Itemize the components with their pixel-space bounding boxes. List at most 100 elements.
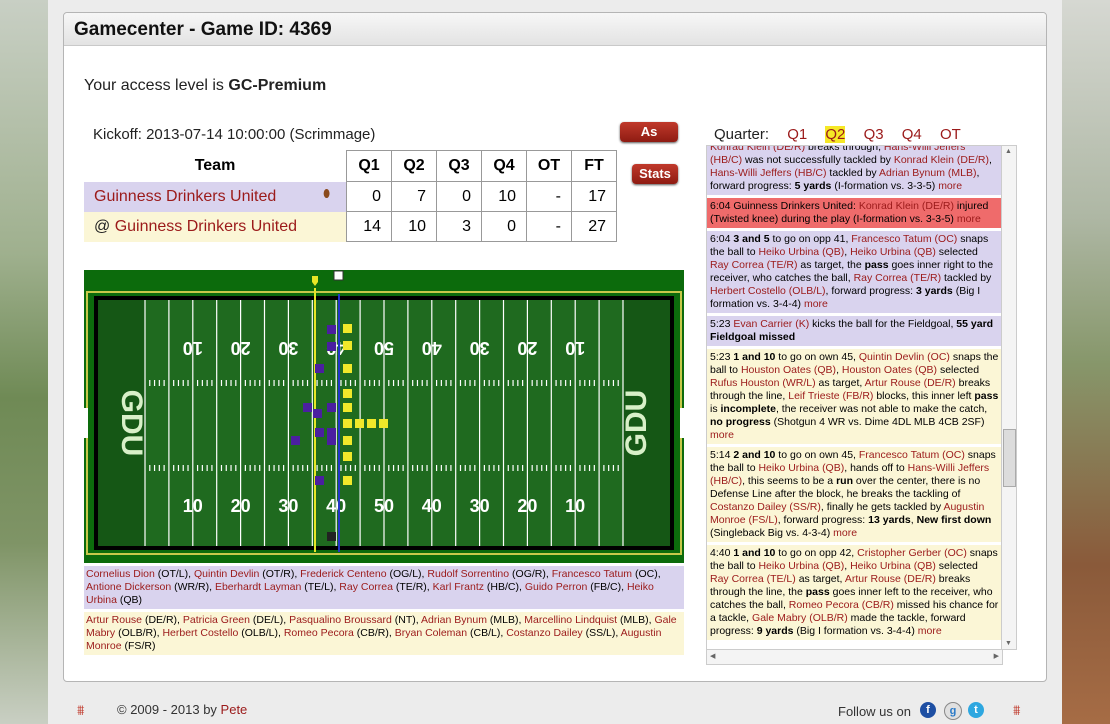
score-cell: - xyxy=(526,211,572,242)
googleplus-icon[interactable]: g xyxy=(944,702,962,720)
scroll-down-arrow-icon[interactable]: ▼ xyxy=(1005,640,1012,647)
quarter-tab-ot[interactable]: OT xyxy=(940,126,961,143)
scroll-up-arrow-icon[interactable]: ▲ xyxy=(1005,148,1012,155)
player-link[interactable]: Rudolf Sorrentino xyxy=(427,568,509,580)
player-link[interactable]: Evan Carrier (K) xyxy=(733,318,809,330)
player-link[interactable]: Eberhardt Layman xyxy=(215,581,301,593)
defense-player-marker xyxy=(379,419,388,428)
player-link[interactable]: Konrad Klein (DE/R) xyxy=(894,154,989,166)
player-link[interactable]: Houston Oates (QB) xyxy=(741,364,836,376)
player-link[interactable]: Houston Oates (QB) xyxy=(842,364,937,376)
play-entry: 4:40 1 and 10 to go on opp 42, Cristophe… xyxy=(707,545,1002,640)
player-link[interactable]: Adrian Bynum (MLB) xyxy=(879,167,976,179)
player-link[interactable]: Cornelius Dion xyxy=(86,568,155,580)
player-link[interactable]: Heiko Urbina (QB) xyxy=(758,560,844,572)
player-link[interactable]: Costanzo Dailey (SS/R) xyxy=(710,501,821,513)
player-link[interactable]: Gale Mabry (OLB/R) xyxy=(752,612,848,624)
player-link[interactable]: Hans-Willi Jeffers (HB/C) xyxy=(710,167,826,179)
twitter-icon[interactable]: t xyxy=(968,702,984,718)
player-position: (MLB), xyxy=(617,614,655,626)
player-link[interactable]: Heiko Urbina (QB) xyxy=(758,246,844,258)
yard-number: 30 xyxy=(470,496,490,516)
player-link[interactable]: Ray Correa (TE/L) xyxy=(710,573,796,585)
player-link[interactable]: Ray Correa xyxy=(339,581,393,593)
quarter-tab-q2[interactable]: Q2 xyxy=(825,126,846,143)
quarter-tab-q4[interactable]: Q4 xyxy=(902,126,922,143)
player-link[interactable]: Heiko Urbina (QB) xyxy=(758,462,844,474)
facebook-icon[interactable]: f xyxy=(920,702,936,718)
player-link[interactable]: Francesco Tatum xyxy=(552,568,632,580)
author-link[interactable]: Pete xyxy=(221,702,248,717)
yard-number: 20 xyxy=(231,338,251,358)
player-link[interactable]: Leif Trieste (FB/R) xyxy=(788,390,873,402)
stats-button[interactable]: Stats xyxy=(632,164,678,184)
player-link[interactable]: Pasqualino Broussard xyxy=(289,614,392,626)
defense-player-marker xyxy=(367,419,376,428)
player-link[interactable]: Artur Rouse xyxy=(86,614,142,626)
background-right xyxy=(1062,0,1110,724)
scrollbar-thumb[interactable] xyxy=(1003,429,1016,487)
player-link[interactable]: Ray Correa (TE/R) xyxy=(854,272,942,284)
player-link[interactable]: Artur Rouse (DE/R) xyxy=(865,377,956,389)
player-link[interactable]: Francesco Tatum (OC) xyxy=(851,233,957,245)
page-title: Gamecenter - Game ID: 4369 xyxy=(74,19,332,40)
player-link[interactable]: Karl Frantz xyxy=(433,581,484,593)
team-name-link[interactable]: Guinness Drinkers United xyxy=(94,188,276,205)
play-entry: 5:23 1 and 10 to go on own 45, Quintin D… xyxy=(707,349,1002,444)
player-link[interactable]: Bryan Coleman xyxy=(395,627,467,639)
score-cell: 7 xyxy=(391,181,437,212)
header-q3: Q3 xyxy=(436,150,482,182)
player-link[interactable]: Quintin Devlin xyxy=(194,568,259,580)
scroll-left-arrow-icon[interactable]: ◀ xyxy=(710,652,715,660)
player-link[interactable]: Adrian Bynum xyxy=(421,614,487,626)
more-link[interactable]: more xyxy=(957,213,981,225)
more-link[interactable]: more xyxy=(710,429,734,441)
defense-player-marker xyxy=(343,324,352,333)
player-link[interactable]: Ray Correa (TE/R) xyxy=(710,259,798,271)
scroll-right-arrow-icon[interactable]: ▶ xyxy=(994,652,999,660)
more-link[interactable]: more xyxy=(833,527,857,539)
play-by-play-horizontal-scrollbar[interactable]: ◀ ▶ xyxy=(706,649,1003,665)
player-link[interactable]: Konrad Klein (DE/R) xyxy=(710,146,805,153)
player-position: (TE/L), xyxy=(301,581,340,593)
player-link[interactable]: Frederick Centeno xyxy=(300,568,386,580)
player-link[interactable]: Romeo Pecora (CB/R) xyxy=(789,599,894,611)
defense-player-marker xyxy=(343,436,352,445)
player-link[interactable]: Guido Perron xyxy=(525,581,587,593)
team-name-link[interactable]: Guinness Drinkers United xyxy=(115,218,297,235)
kickoff-info: Kickoff: 2013-07-14 10:00:00 (Scrimmage) xyxy=(93,126,376,143)
player-link[interactable]: Antione Dickerson xyxy=(86,581,171,593)
player-link[interactable]: Herbert Costello xyxy=(162,627,238,639)
score-cell: - xyxy=(526,181,572,212)
more-link[interactable]: more xyxy=(938,180,962,192)
yard-number: 30 xyxy=(278,338,298,358)
player-position: (FB/C), xyxy=(587,581,627,593)
quarter-tab-q1[interactable]: Q1 xyxy=(787,126,807,143)
quarter-tab-q3[interactable]: Q3 xyxy=(864,126,884,143)
offense-player-marker xyxy=(327,436,336,445)
play-by-play-vertical-scrollbar[interactable]: ▲ ▼ xyxy=(1001,145,1017,650)
player-link[interactable]: Francesco Tatum (OC) xyxy=(859,449,965,461)
player-link[interactable]: Marcellino Lindquist xyxy=(524,614,617,626)
defense-player-marker xyxy=(343,389,352,398)
more-link[interactable]: more xyxy=(804,298,828,310)
player-link[interactable]: Heiko Urbina (QB) xyxy=(850,560,936,572)
player-link[interactable]: Costanzo Dailey xyxy=(506,627,582,639)
player-link[interactable]: Quintin Devlin (OC) xyxy=(859,351,950,363)
follow-us-label: Follow us on xyxy=(838,704,911,719)
offense-player-marker xyxy=(303,403,312,412)
player-link[interactable]: Heiko Urbina (QB) xyxy=(850,246,936,258)
player-link[interactable]: Konrad Klein (DE/R) xyxy=(859,200,954,212)
as-live-button[interactable]: As Live xyxy=(620,122,678,159)
play-by-play-list[interactable]: Konrad Klein (DE/R) breaks through, Hans… xyxy=(706,145,1003,650)
player-link[interactable]: Rufus Houston (WR/L) xyxy=(710,377,816,389)
player-link[interactable]: Herbert Costello (OLB/L) xyxy=(710,285,826,297)
player-link[interactable]: Patricia Green xyxy=(183,614,250,626)
player-link[interactable]: Romeo Pecora xyxy=(284,627,354,639)
player-position: (DE/R), xyxy=(142,614,183,626)
more-link[interactable]: more xyxy=(918,625,942,637)
yard-number: 20 xyxy=(231,496,251,516)
offense-player-marker xyxy=(315,364,324,373)
player-link[interactable]: Cristopher Gerber (OC) xyxy=(857,547,967,559)
player-link[interactable]: Artur Rouse (DE/R) xyxy=(845,573,936,585)
